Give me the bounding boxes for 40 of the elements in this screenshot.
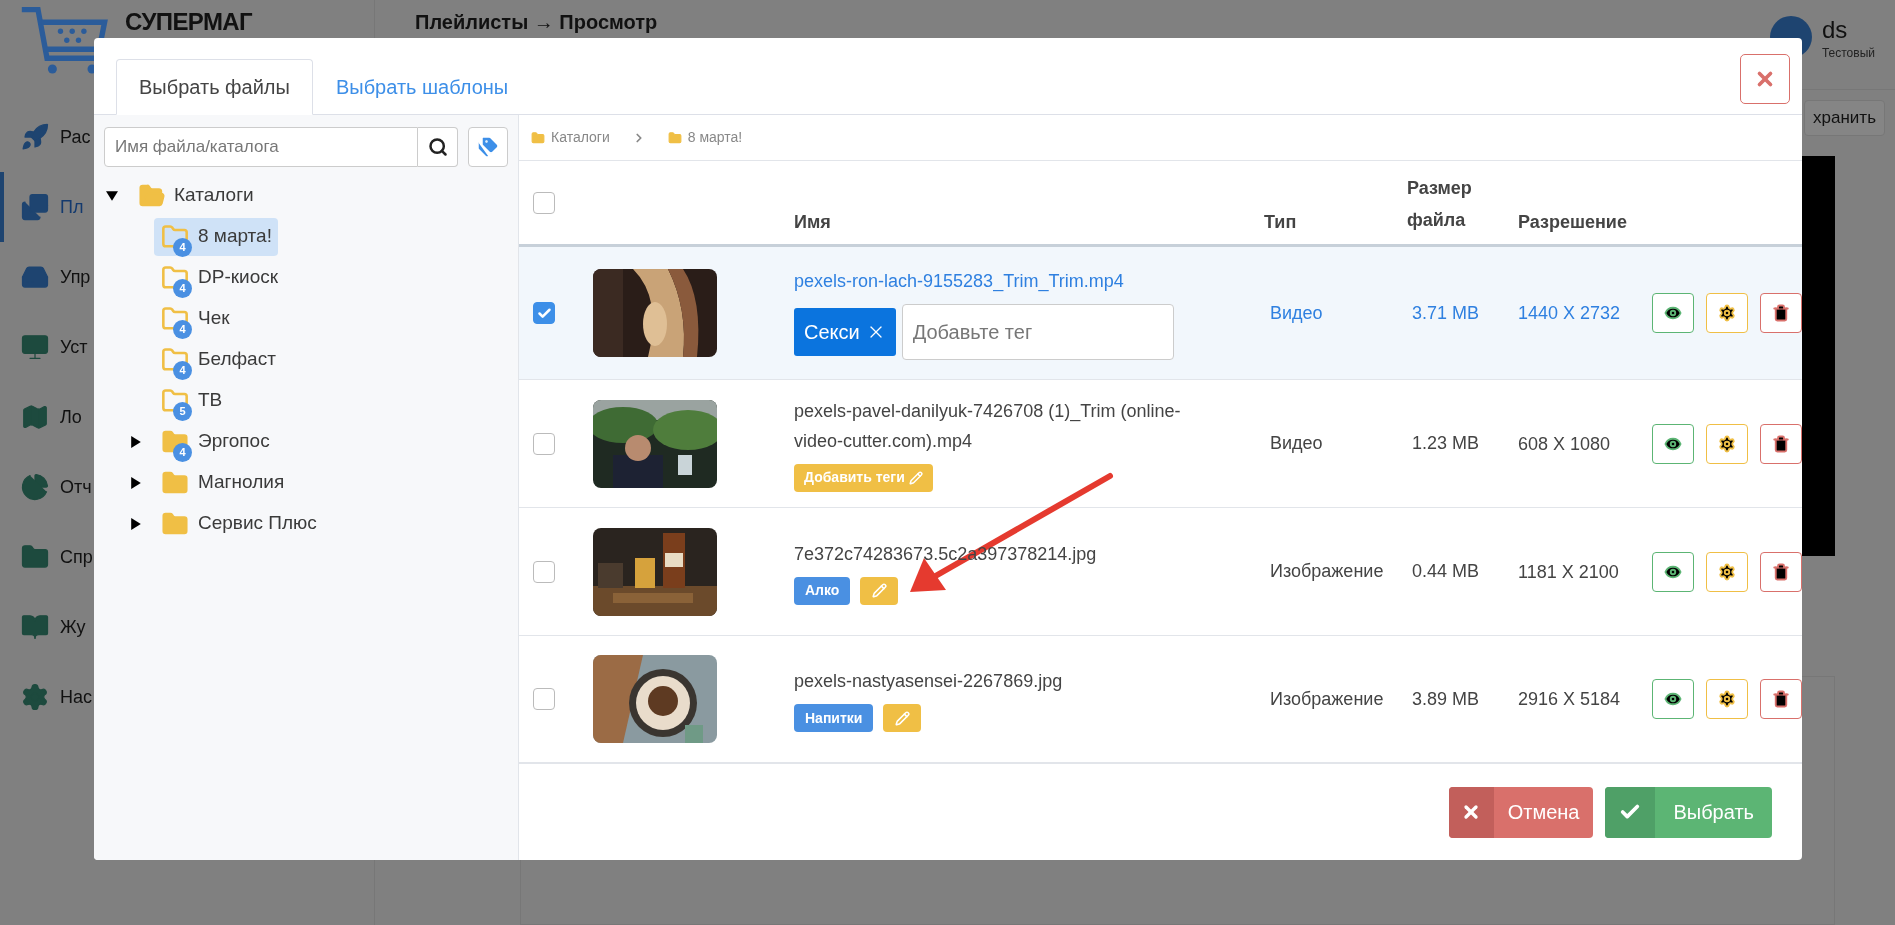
folder-name: DP-киоск (198, 265, 279, 290)
column-header: Разрешение (1517, 211, 1628, 234)
count-badge: 4 (173, 360, 192, 380)
column-header: Размер файла (1407, 177, 1473, 232)
folder-name: Чек (198, 306, 230, 331)
file-resolution: 1440 X 2732 (1518, 302, 1622, 325)
file-resolution: 1181 X 2100 (1518, 560, 1620, 584)
file-size: 3.71 MB (1411, 301, 1481, 325)
column-header: Имя (794, 211, 832, 234)
count-badge: 4 (173, 278, 192, 298)
folder-name: Магнолия (198, 470, 285, 495)
page-title: Плейлисты → Просмотр (415, 10, 659, 34)
file-name: pexels-ron-lach-9155283_Trim_Trim.mp4 (794, 270, 1125, 294)
tag-chip: Секси (794, 308, 896, 356)
folder-name: Белфаст (198, 347, 276, 372)
file-type: Изображение (1269, 687, 1385, 711)
file-resolution: 608 X 1080 (1518, 432, 1612, 456)
folder-name: Эргопос (198, 429, 270, 454)
folder-name: ТВ (198, 388, 223, 413)
user-name: ds (1821, 16, 1849, 44)
file-resolution: 2916 X 5184 (1518, 688, 1622, 711)
count-badge: 4 (173, 319, 192, 339)
tag-badge: Алко (794, 576, 851, 605)
file-name: pexels-pavel-danilyuk-7426708 (1)_Trim (online-video-cutter.com).mp4 (794, 399, 1182, 453)
column-header: Тип (1263, 211, 1298, 234)
folder-name: Каталоги (174, 183, 254, 208)
tag-badge: Напитки (794, 704, 874, 732)
file-size: 3.89 MB (1411, 687, 1481, 711)
folder-name: Сервис Плюс (198, 511, 317, 536)
count-badge: 5 (173, 401, 192, 421)
count-badge: 4 (173, 237, 192, 257)
file-name: pexels-nastyasensei-2267869.jpg (794, 670, 1064, 693)
user-role: Тестовый (1821, 45, 1875, 62)
logo-text: СУПЕРМАГ (125, 8, 253, 36)
file-type: Видео (1269, 432, 1324, 455)
file-type: Изображение (1269, 560, 1385, 583)
folder-name: 8 марта! (198, 224, 272, 249)
file-size: 0.44 MB (1411, 560, 1481, 583)
file-type: Видео (1269, 301, 1324, 325)
file-size: 1.23 MB (1411, 432, 1481, 455)
